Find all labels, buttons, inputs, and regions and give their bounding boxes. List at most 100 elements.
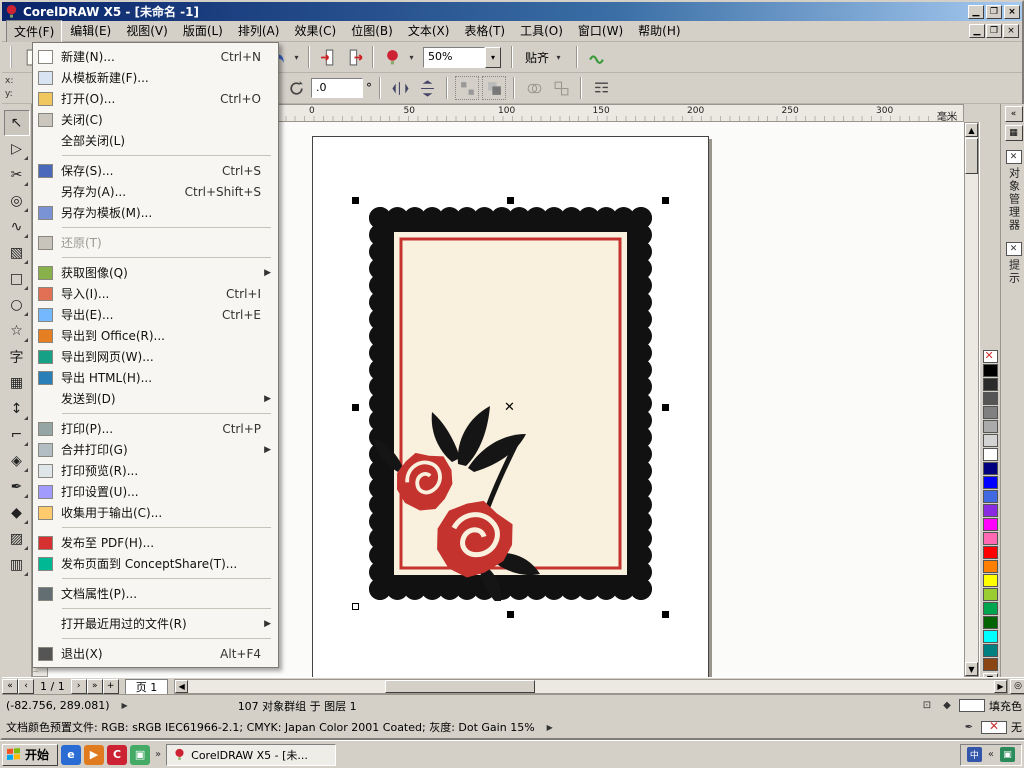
color-swatch-2b2b2b[interactable] (982, 378, 998, 391)
coords-flyout-icon[interactable]: ▶ (122, 701, 128, 710)
tray-display-icon[interactable]: ▣ (1000, 747, 1015, 762)
ie-icon[interactable]: e (61, 744, 82, 765)
scroll-right-icon[interactable]: ▶ (994, 679, 1007, 693)
color-swatch-008080[interactable] (982, 644, 998, 657)
docker-close-icon[interactable]: ✕ (1005, 150, 1022, 164)
selection-handle[interactable] (662, 197, 669, 204)
shape-tool[interactable]: ▷ (4, 136, 30, 162)
crop-tool[interactable]: ✂ (4, 162, 30, 188)
menubar-item-5[interactable]: 效果(C) (287, 20, 343, 43)
color-swatch-8b4513[interactable] (982, 658, 998, 671)
horizontal-scrollbar[interactable]: ◀ ▶ (174, 678, 1008, 694)
file-menu-item-15[interactable]: 导出到 Office(R)... (34, 325, 277, 346)
quick-launch-overflow-icon[interactable]: » (153, 749, 163, 760)
pick-tool[interactable]: ↖ (3, 110, 30, 136)
docker-tab-object-manager[interactable]: 对象管理器 (1006, 167, 1022, 232)
menubar-item-3[interactable]: 版面(L) (176, 20, 230, 43)
file-menu-item-0[interactable]: 新建(N)... Ctrl+N (34, 46, 277, 67)
color-swatch-8a2be2[interactable] (982, 504, 998, 517)
selection-handle[interactable] (352, 197, 359, 204)
file-menu-item-33[interactable]: 退出(X) Alt+F4 (34, 643, 277, 664)
color-swatch-ff00ff[interactable] (982, 518, 998, 531)
file-menu-item-14[interactable]: 导出(E)... Ctrl+E (34, 304, 277, 325)
rectangle-tool[interactable]: □ (4, 266, 30, 292)
no-color-swatch[interactable] (982, 349, 998, 363)
ellipse-tool[interactable]: ○ (4, 292, 30, 318)
application-launcher-icon[interactable] (380, 45, 404, 69)
file-menu-item-12[interactable]: 获取图像(Q) ▶ (34, 262, 277, 283)
launcher-dropdown-icon[interactable]: ▾ (406, 45, 417, 69)
collapse-dockers-icon[interactable]: « (1004, 106, 1023, 122)
tray-collapse-icon[interactable]: « (986, 749, 996, 760)
outline-color-swatch[interactable] (981, 719, 1007, 734)
zoom-tool[interactable]: ◎ (4, 188, 30, 214)
taskbar-task-button[interactable]: CorelDRAW X5 - [未... (166, 743, 337, 766)
file-menu-item-18[interactable]: 发送到(D) ▶ (34, 388, 277, 409)
horizontal-scroll-thumb[interactable] (385, 679, 536, 693)
next-page-icon[interactable]: › (70, 678, 87, 694)
close-icon[interactable]: × (1004, 4, 1020, 19)
first-page-icon[interactable]: « (2, 678, 18, 694)
color-swatch-000080[interactable] (982, 462, 998, 475)
zoom-level-value[interactable]: 50% (423, 46, 485, 68)
profile-flyout-icon[interactable]: ▶ (547, 723, 553, 732)
file-menu-item-8[interactable]: 另存为模板(M)... (34, 202, 277, 223)
color-swatch-555555[interactable] (982, 392, 998, 405)
object-manager-icon[interactable]: ▦ (1004, 125, 1023, 141)
import-button[interactable] (316, 45, 340, 69)
eyedropper-tool[interactable]: ✒ (4, 474, 30, 500)
fill-color-swatch[interactable] (959, 699, 985, 712)
color-swatch-ffff00[interactable] (982, 574, 998, 587)
menubar-item-4[interactable]: 排列(A) (231, 20, 287, 43)
rotation-angle-field[interactable]: .0 (311, 78, 363, 98)
menubar-item-11[interactable]: 帮助(H) (631, 20, 687, 43)
file-menu-item-26[interactable]: 发布至 PDF(H)... (34, 532, 277, 553)
last-page-icon[interactable]: » (86, 678, 103, 694)
dimension-tool[interactable]: ↕ (4, 396, 30, 422)
scroll-up-icon[interactable]: ▲ (965, 123, 978, 137)
start-button[interactable]: 开始 (2, 743, 59, 766)
color-proof-icon[interactable]: ⊡ (919, 699, 935, 713)
mirror-horizontal-button[interactable] (388, 76, 412, 100)
color-swatch-aaaaaa[interactable] (982, 420, 998, 433)
menubar-item-2[interactable]: 视图(V) (119, 20, 175, 43)
previous-page-icon[interactable]: ‹ (18, 678, 34, 694)
mirror-vertical-button[interactable] (415, 76, 439, 100)
scroll-down-icon[interactable]: ▼ (965, 662, 978, 676)
color-swatch-00a550[interactable] (982, 602, 998, 615)
table-tool[interactable]: ▦ (4, 370, 30, 396)
file-menu-item-6[interactable]: 保存(S)... Ctrl+S (34, 160, 277, 181)
file-menu-item-24[interactable]: 收集用于输出(C)... (34, 502, 277, 523)
file-menu-item-3[interactable]: 关闭(C) (34, 109, 277, 130)
selection-center-mark[interactable]: ✕ (504, 401, 515, 414)
mdi-minimize-icon[interactable]: ▁ (969, 24, 985, 38)
scroll-left-icon[interactable]: ◀ (175, 679, 189, 693)
freehand-tool[interactable]: ∿ (4, 214, 30, 240)
selection-handle[interactable] (662, 404, 669, 411)
file-menu-item-20[interactable]: 打印(P)... Ctrl+P (34, 418, 277, 439)
media-player-icon[interactable]: ▶ (84, 744, 105, 765)
menubar-item-0[interactable]: 文件(F) (6, 19, 63, 43)
export-button[interactable] (342, 45, 366, 69)
color-swatch-0000ff[interactable] (982, 476, 998, 489)
tray-language-icon[interactable]: 中 (966, 747, 982, 762)
file-menu-item-27[interactable]: 发布页面到 ConceptShare(T)... (34, 553, 277, 574)
snap-to-button[interactable]: 贴齐 ▾ (519, 42, 570, 72)
menubar-item-1[interactable]: 编辑(E) (63, 20, 118, 43)
zoom-dropdown-icon[interactable]: ▾ (485, 46, 501, 68)
mdi-restore-icon[interactable]: ❐ (986, 24, 1002, 38)
file-menu-item-2[interactable]: 打开(O)... Ctrl+O (34, 88, 277, 109)
file-menu-item-21[interactable]: 合并打印(G) ▶ (34, 439, 277, 460)
outline-pen-tool[interactable]: ◆ (4, 500, 30, 526)
pan-zoom-icon[interactable]: ◎ (1010, 678, 1024, 694)
color-swatch-ffffff[interactable] (982, 448, 998, 461)
file-menu-item-1[interactable]: 从模板新建(F)... (34, 67, 277, 88)
file-menu-item-17[interactable]: 导出 HTML(H)... (34, 367, 277, 388)
file-menu-item-29[interactable]: 文档属性(P)... (34, 583, 277, 604)
docker-close-icon[interactable]: ✕ (1005, 242, 1022, 256)
order-button[interactable] (482, 76, 506, 100)
redo-dropdown-icon[interactable]: ▾ (291, 45, 302, 69)
file-menu-item-22[interactable]: 打印预览(R)... (34, 460, 277, 481)
interactive-fill-tool[interactable]: ▥ (4, 552, 30, 578)
restore-icon[interactable]: ❐ (986, 4, 1002, 19)
